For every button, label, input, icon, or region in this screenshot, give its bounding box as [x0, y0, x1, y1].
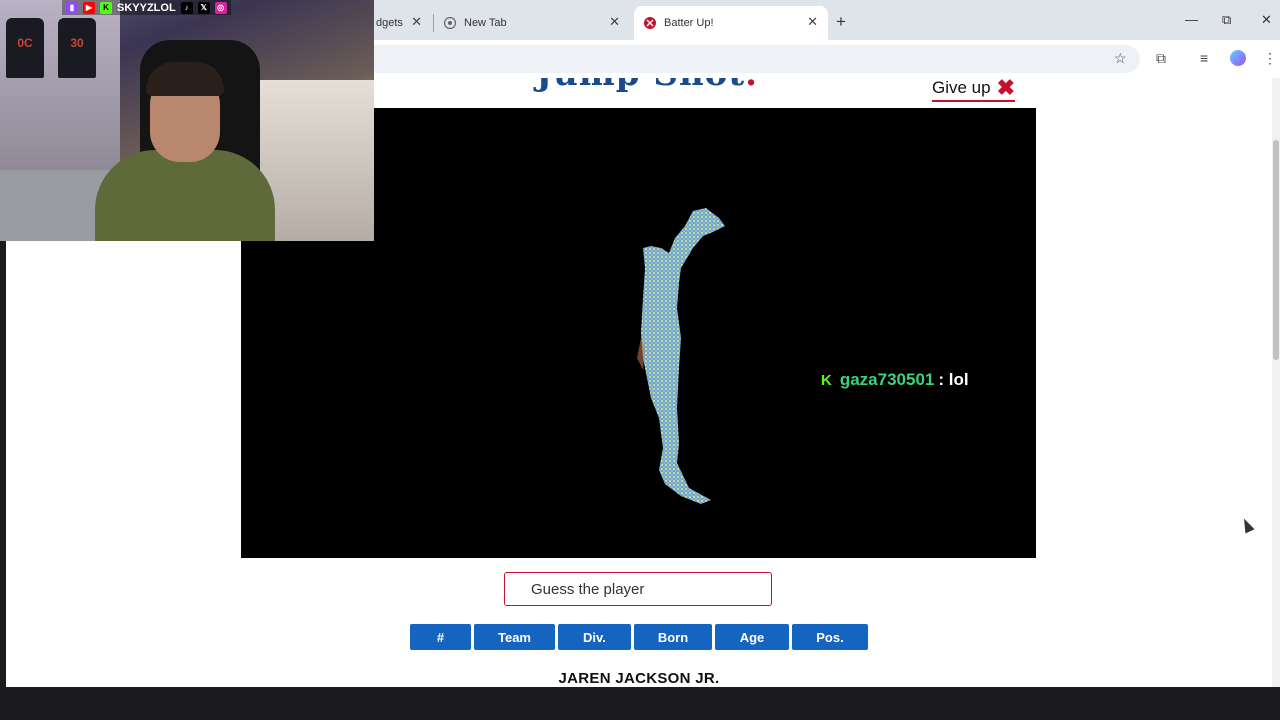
site-logo: Jump Shot. — [536, 78, 758, 94]
os-taskbar — [0, 687, 1280, 720]
tab-title: dgets — [376, 17, 403, 29]
streamer-webcam: 0C 30 ▮ ▶ K SKYYZLOL ♪ 𝕏 ◎ — [0, 0, 374, 241]
column-division: Div. — [558, 624, 631, 650]
column-number: # — [410, 624, 471, 650]
give-up-label: Give up — [932, 78, 991, 97]
tab-title: New Tab — [464, 17, 507, 29]
instagram-icon: ◎ — [214, 1, 227, 14]
guess-column-headers: # Team Div. Born Age Pos. — [410, 624, 871, 650]
streamer-hair — [146, 62, 224, 96]
minimize-icon[interactable]: — — [1185, 12, 1198, 27]
chrome-icon — [444, 17, 456, 29]
tab-batter-up[interactable]: Batter Up! ✕ — [634, 6, 828, 40]
tab-new-tab[interactable]: New Tab ✕ — [434, 6, 630, 40]
batter-up-favicon-icon — [644, 17, 656, 29]
bookmark-star-icon[interactable]: ☆ — [1114, 50, 1127, 67]
column-born: Born — [634, 624, 712, 650]
tab-title: Batter Up! — [664, 17, 714, 29]
kick-icon: K — [821, 371, 832, 389]
streamer-body — [95, 150, 275, 241]
chat-username: gaza730501 — [839, 370, 935, 389]
extensions-icon[interactable]: ⧉ — [1156, 50, 1166, 67]
browser-menu-icon[interactable]: ⋮ — [1263, 50, 1277, 67]
column-age: Age — [715, 624, 789, 650]
give-up-button[interactable]: Give up ✖ — [932, 78, 1016, 102]
kick-icon: K — [100, 1, 112, 14]
social-handles-bar: ▮ ▶ K SKYYZLOL ♪ 𝕏 ◎ — [62, 0, 231, 15]
twitch-icon: ▮ — [66, 1, 78, 14]
chat-text: : lol — [938, 370, 969, 389]
streamer-handle: SKYYZLOL — [117, 1, 176, 14]
new-tab-button[interactable]: + — [836, 12, 846, 32]
scrollbar-thumb[interactable] — [1273, 140, 1279, 360]
youtube-icon: ▶ — [83, 1, 95, 14]
close-window-icon[interactable]: ✕ — [1261, 12, 1272, 28]
tiktok-icon: ♪ — [180, 1, 193, 14]
logo-text: Jump Shot — [536, 78, 745, 94]
restore-icon[interactable]: ⧉ — [1222, 12, 1231, 28]
close-x-icon: ✖ — [996, 78, 1016, 100]
chat-message: K gaza730501 : lol — [821, 370, 969, 390]
guess-player-input[interactable] — [504, 572, 772, 606]
jersey: 0C — [6, 18, 44, 78]
column-position: Pos. — [792, 624, 868, 650]
profile-extension-icon[interactable] — [1230, 50, 1246, 66]
tab-close-icon[interactable]: ✕ — [411, 14, 422, 30]
tab-close-icon[interactable]: ✕ — [807, 14, 818, 30]
media-controls-icon[interactable]: ≡ — [1200, 50, 1208, 66]
address-bar[interactable] — [360, 45, 1140, 73]
column-team: Team — [474, 624, 555, 650]
revealed-player-name: JAREN JACKSON JR. — [558, 670, 720, 687]
tab-widgets[interactable]: dgets ✕ — [366, 6, 432, 40]
tab-close-icon[interactable]: ✕ — [609, 14, 620, 30]
x-icon: 𝕏 — [197, 1, 210, 14]
jersey: 30 — [58, 18, 96, 78]
